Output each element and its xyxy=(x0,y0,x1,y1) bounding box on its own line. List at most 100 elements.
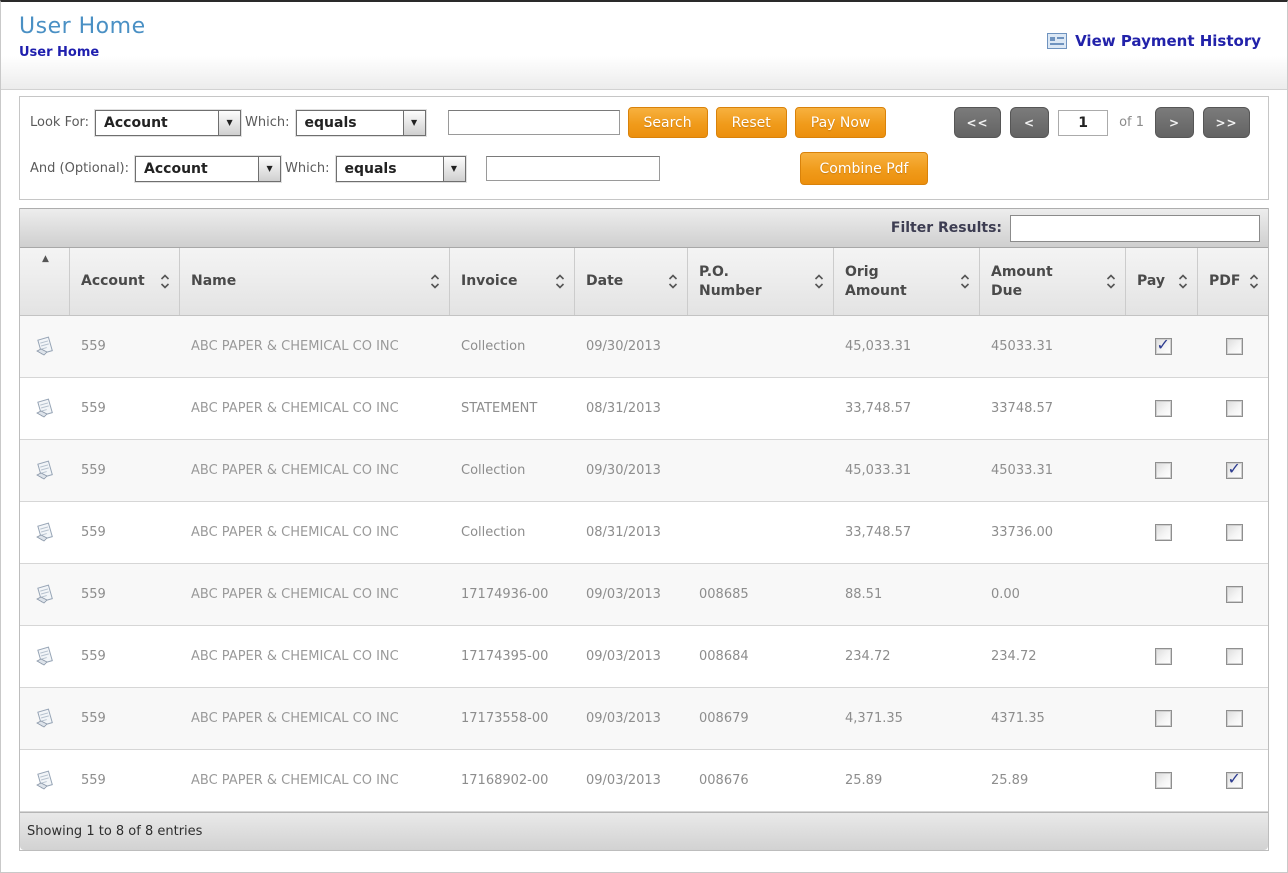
filter-results-input[interactable] xyxy=(1010,215,1260,242)
invoice-cell: Collection xyxy=(450,525,575,540)
combine-pdf-button[interactable]: Combine Pdf xyxy=(800,152,929,185)
name-cell: ABC PAPER & CHEMICAL CO INC xyxy=(180,337,450,357)
pdf-checkbox[interactable]: ✓ xyxy=(1226,400,1243,417)
check-icon: ✓ xyxy=(1228,769,1241,788)
invoice-cell: Collection xyxy=(450,463,575,478)
pay-checkbox[interactable]: ✓ xyxy=(1155,400,1172,417)
orig-amount-cell: 45,033.31 xyxy=(834,463,980,478)
table-row: 559 ABC PAPER & CHEMICAL CO INC STATEMEN… xyxy=(20,378,1268,440)
and-optional-label: And (Optional): xyxy=(30,161,129,176)
account-cell: 559 xyxy=(70,773,180,788)
column-header-invoice[interactable]: Invoice xyxy=(450,248,575,315)
expand-triangle-icon: ▲ xyxy=(42,255,49,264)
next-page-button[interactable]: > xyxy=(1155,107,1194,138)
column-header-date[interactable]: Date xyxy=(575,248,688,315)
invoice-document-icon[interactable] xyxy=(33,769,57,793)
invoice-document-icon[interactable] xyxy=(33,645,57,669)
pay-checkbox[interactable]: ✓ xyxy=(1155,524,1172,541)
amount-due-cell: 45033.31 xyxy=(980,463,1126,478)
invoice-document-icon[interactable] xyxy=(33,521,57,545)
date-cell: 09/03/2013 xyxy=(575,587,688,602)
field-select[interactable]: Account ▼ xyxy=(95,110,241,136)
expand-all-header[interactable]: ▲ xyxy=(20,248,70,315)
which-label-2: Which: xyxy=(285,161,329,176)
orig-amount-cell: 33,748.57 xyxy=(834,401,980,416)
pdf-checkbox[interactable]: ✓ xyxy=(1226,772,1243,789)
column-header-amount-due[interactable]: Amount Due xyxy=(980,248,1126,315)
field-select-2[interactable]: Account ▼ xyxy=(135,156,281,182)
chevron-down-icon: ▼ xyxy=(258,157,280,181)
orig-amount-cell: 45,033.31 xyxy=(834,339,980,354)
account-cell: 559 xyxy=(70,649,180,664)
name-cell: ABC PAPER & CHEMICAL CO INC xyxy=(180,585,450,605)
amount-due-cell: 33748.57 xyxy=(980,401,1126,416)
search-button[interactable]: Search xyxy=(628,107,708,138)
table-row: 559 ABC PAPER & CHEMICAL CO INC Collecti… xyxy=(20,502,1268,564)
prev-page-button[interactable]: < xyxy=(1010,107,1049,138)
amount-due-cell: 4371.35 xyxy=(980,711,1126,726)
sort-icon xyxy=(160,273,170,290)
column-header-pay[interactable]: Pay xyxy=(1126,248,1198,315)
search-query-input[interactable] xyxy=(448,110,620,135)
sort-icon xyxy=(1178,273,1188,290)
view-payment-history-link[interactable]: View Payment History xyxy=(1047,32,1261,50)
pay-checkbox[interactable]: ✓ xyxy=(1155,462,1172,479)
search-query-input-2[interactable] xyxy=(486,156,660,181)
po-number-cell: 008676 xyxy=(688,773,834,788)
amount-due-cell: 0.00 xyxy=(980,587,1126,602)
operator-select-2-value: equals xyxy=(337,157,443,181)
filter-results-label: Filter Results: xyxy=(891,220,1002,236)
po-number-cell: 008679 xyxy=(688,711,834,726)
pay-checkbox[interactable]: ✓ xyxy=(1155,338,1172,355)
column-header-account[interactable]: Account xyxy=(70,248,180,315)
which-label: Which: xyxy=(245,115,289,130)
sort-icon xyxy=(960,273,970,290)
pay-checkbox[interactable]: ✓ xyxy=(1155,710,1172,727)
orig-amount-cell: 234.72 xyxy=(834,649,980,664)
last-page-button[interactable]: >> xyxy=(1203,107,1250,138)
date-cell: 09/30/2013 xyxy=(575,339,688,354)
date-cell: 09/03/2013 xyxy=(575,711,688,726)
page-number-input[interactable] xyxy=(1058,110,1108,136)
po-number-cell: 008685 xyxy=(688,587,834,602)
pdf-checkbox[interactable]: ✓ xyxy=(1226,586,1243,603)
results-grid: Filter Results: ▲ Account Name Invoice D… xyxy=(19,208,1269,851)
invoice-document-icon[interactable] xyxy=(33,459,57,483)
pagination: << < of 1 > >> xyxy=(954,107,1260,138)
pay-now-button[interactable]: Pay Now xyxy=(795,107,887,138)
column-header-name[interactable]: Name xyxy=(180,248,450,315)
sort-icon xyxy=(430,273,440,290)
column-header-pdf[interactable]: PDF xyxy=(1198,248,1268,315)
date-cell: 08/31/2013 xyxy=(575,525,688,540)
amount-due-cell: 25.89 xyxy=(980,773,1126,788)
column-header-orig-amount[interactable]: Orig Amount xyxy=(834,248,980,315)
operator-select-2[interactable]: equals ▼ xyxy=(336,156,466,182)
pdf-checkbox[interactable]: ✓ xyxy=(1226,524,1243,541)
first-page-button[interactable]: << xyxy=(954,107,1001,138)
column-header-po-number[interactable]: P.O. Number xyxy=(688,248,834,315)
pdf-checkbox[interactable]: ✓ xyxy=(1226,338,1243,355)
field-select-value: Account xyxy=(96,111,218,135)
invoice-document-icon[interactable] xyxy=(33,583,57,607)
chevron-down-icon: ▼ xyxy=(218,111,240,135)
date-cell: 08/31/2013 xyxy=(575,401,688,416)
search-row-1: Look For: Account ▼ Which: equals ▼ Sear… xyxy=(26,107,1260,138)
account-cell: 559 xyxy=(70,401,180,416)
sort-icon xyxy=(814,273,824,290)
pay-checkbox[interactable]: ✓ xyxy=(1155,648,1172,665)
reset-button[interactable]: Reset xyxy=(716,107,787,138)
invoice-document-icon[interactable] xyxy=(33,397,57,421)
operator-select[interactable]: equals ▼ xyxy=(296,110,426,136)
invoice-document-icon[interactable] xyxy=(33,335,57,359)
pdf-checkbox[interactable]: ✓ xyxy=(1226,710,1243,727)
field-select-2-value: Account xyxy=(136,157,258,181)
orig-amount-cell: 4,371.35 xyxy=(834,711,980,726)
sort-icon xyxy=(668,273,678,290)
invoice-document-icon[interactable] xyxy=(33,707,57,731)
invoice-cell: 17168902-00 xyxy=(450,773,575,788)
invoice-cell: Collection xyxy=(450,339,575,354)
pay-checkbox[interactable]: ✓ xyxy=(1155,772,1172,789)
pdf-checkbox[interactable]: ✓ xyxy=(1226,648,1243,665)
sort-icon xyxy=(1106,273,1116,290)
pdf-checkbox[interactable]: ✓ xyxy=(1226,462,1243,479)
